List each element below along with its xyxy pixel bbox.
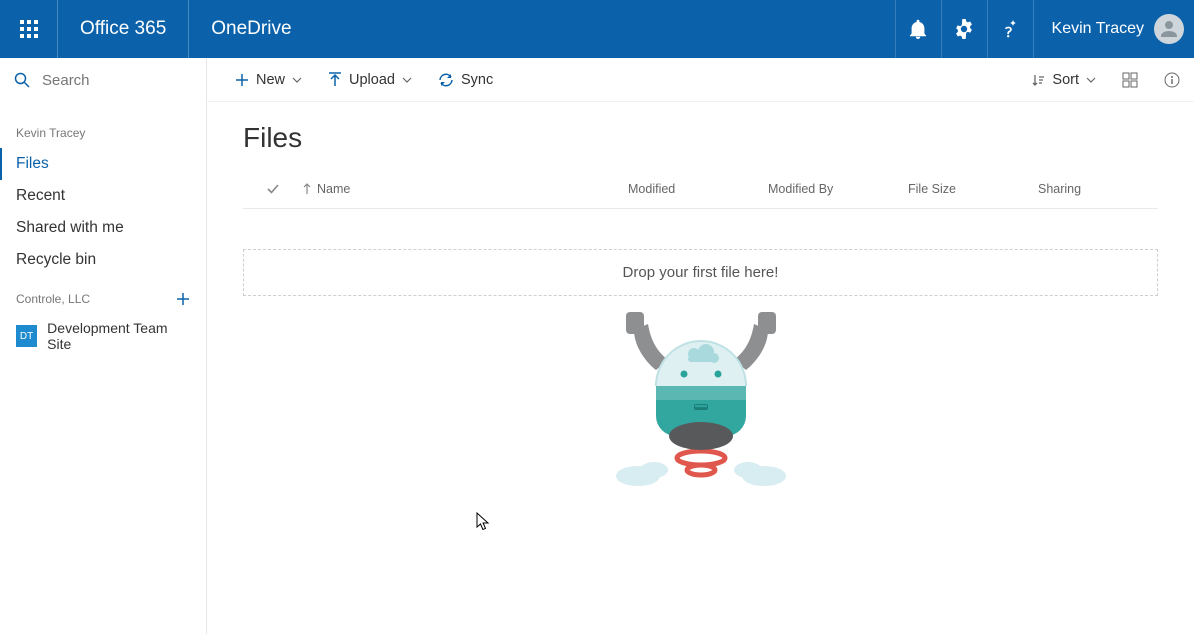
col-name[interactable]: Name bbox=[303, 182, 628, 196]
sort-icon bbox=[1031, 73, 1045, 87]
sync-button[interactable]: Sync bbox=[438, 72, 493, 88]
nav-recycle[interactable]: Recycle bin bbox=[0, 244, 206, 276]
site-badge: DT bbox=[16, 325, 37, 347]
search-icon bbox=[14, 72, 30, 88]
nav-recent[interactable]: Recent bbox=[0, 180, 206, 212]
help-button[interactable] bbox=[987, 0, 1033, 58]
chevron-down-icon bbox=[402, 77, 412, 83]
check-icon[interactable] bbox=[266, 182, 280, 196]
sort-label: Sort bbox=[1052, 72, 1079, 88]
col-modified-by[interactable]: Modified By bbox=[768, 182, 908, 196]
sort-asc-icon bbox=[303, 183, 311, 195]
user-name: Kevin Tracey bbox=[1052, 20, 1144, 38]
suite-header: Office 365 OneDrive Kevin Tracey bbox=[0, 0, 1194, 58]
col-size[interactable]: File Size bbox=[908, 182, 1038, 196]
plus-icon bbox=[176, 292, 190, 306]
sync-icon bbox=[438, 72, 454, 88]
help-sparkle-icon bbox=[999, 18, 1021, 40]
settings-button[interactable] bbox=[941, 0, 987, 58]
robot-icon bbox=[596, 308, 806, 498]
add-site-button[interactable] bbox=[172, 292, 194, 306]
suite-brand[interactable]: Office 365 bbox=[58, 0, 189, 58]
nav-shared[interactable]: Shared with me bbox=[0, 212, 206, 244]
nav-owner-label: Kevin Tracey bbox=[0, 102, 206, 148]
avatar bbox=[1154, 14, 1184, 44]
search-box[interactable] bbox=[0, 58, 206, 102]
view-grid-button[interactable] bbox=[1122, 72, 1138, 88]
org-label: Controle, LLC bbox=[16, 292, 90, 306]
search-input[interactable] bbox=[40, 71, 170, 90]
column-headers: Name Modified Modified By File Size Shar… bbox=[243, 172, 1158, 209]
app-name: OneDrive bbox=[189, 0, 313, 58]
nav-files[interactable]: Files bbox=[0, 148, 206, 180]
command-bar: New Upload Sync Sort bbox=[207, 58, 1194, 102]
chevron-down-icon bbox=[292, 77, 302, 83]
chevron-down-icon bbox=[1086, 77, 1096, 83]
gear-icon bbox=[954, 19, 974, 39]
site-name: Development Team Site bbox=[47, 320, 190, 352]
person-icon bbox=[1159, 19, 1179, 39]
new-menu[interactable]: New bbox=[235, 72, 302, 88]
new-label: New bbox=[256, 72, 285, 88]
site-link[interactable]: DT Development Team Site bbox=[0, 312, 206, 360]
col-sharing[interactable]: Sharing bbox=[1038, 182, 1158, 196]
notifications-button[interactable] bbox=[895, 0, 941, 58]
grid-icon bbox=[1122, 72, 1138, 88]
col-modified[interactable]: Modified bbox=[628, 182, 768, 196]
info-button[interactable] bbox=[1164, 72, 1180, 88]
bell-icon bbox=[909, 19, 927, 39]
upload-label: Upload bbox=[349, 72, 395, 88]
plus-icon bbox=[235, 73, 249, 87]
drop-zone[interactable]: Drop your first file here! bbox=[243, 249, 1158, 296]
sort-menu[interactable]: Sort bbox=[1031, 72, 1096, 88]
sync-label: Sync bbox=[461, 72, 493, 88]
upload-icon bbox=[328, 72, 342, 88]
app-launcher-button[interactable] bbox=[0, 0, 58, 58]
info-icon bbox=[1164, 72, 1180, 88]
page-title: Files bbox=[243, 122, 1158, 154]
waffle-icon bbox=[20, 20, 38, 38]
empty-state-illustration bbox=[243, 308, 1158, 498]
left-nav: Kevin Tracey Files Recent Shared with me… bbox=[0, 58, 207, 634]
upload-menu[interactable]: Upload bbox=[328, 72, 412, 88]
user-menu[interactable]: Kevin Tracey bbox=[1033, 0, 1194, 58]
